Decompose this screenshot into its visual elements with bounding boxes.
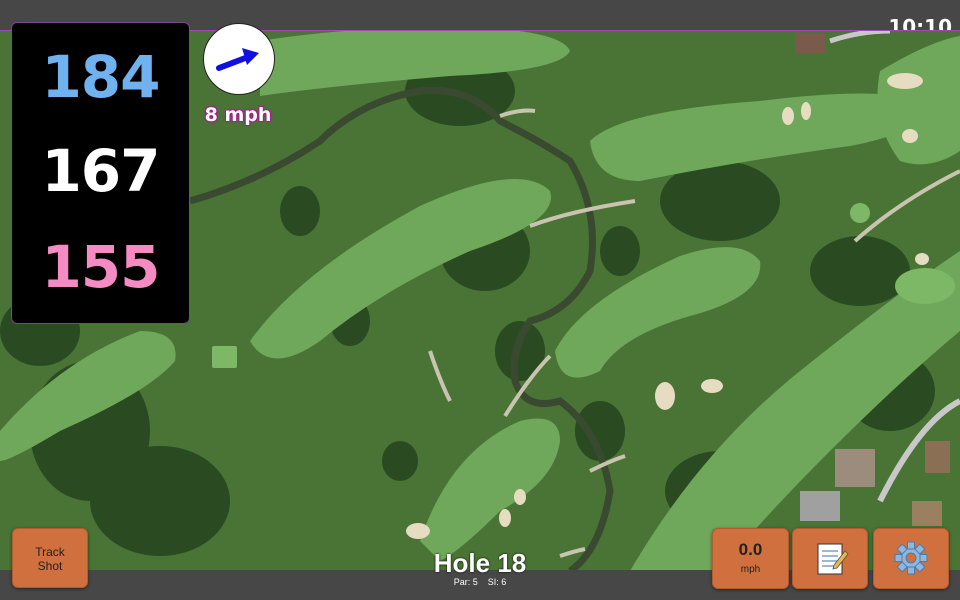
settings-button[interactable] xyxy=(873,528,949,589)
hole-si: SI: 6 xyxy=(487,577,507,587)
front-distance: 155 xyxy=(41,233,160,301)
wind-direction-arrow-icon xyxy=(216,48,259,71)
wind-speed-value: 0.0 xyxy=(738,540,763,559)
hole-par: Par: 5 xyxy=(453,577,478,587)
gear-icon xyxy=(894,541,928,575)
wind-speed-button[interactable]: 0.0 mph xyxy=(712,528,789,589)
hole-title: Hole 18 xyxy=(433,548,527,578)
wind-speed-label: 8 mph xyxy=(204,104,272,126)
track-shot-button[interactable]: Track Shot xyxy=(12,528,88,588)
distance-panel: 184 167 155 xyxy=(11,22,190,324)
wind-direction-indicator xyxy=(203,23,275,95)
hole-info: Par: 5 SI: 6 xyxy=(380,577,580,587)
notes-button[interactable] xyxy=(792,528,868,589)
notepad-icon xyxy=(817,543,849,575)
back-distance: 184 xyxy=(41,43,160,111)
middle-distance: 167 xyxy=(41,137,160,205)
track-shot-label-line1: Track xyxy=(35,545,65,559)
track-shot-label-line2: Shot xyxy=(37,559,63,573)
wind-speed-unit: mph xyxy=(740,564,761,575)
